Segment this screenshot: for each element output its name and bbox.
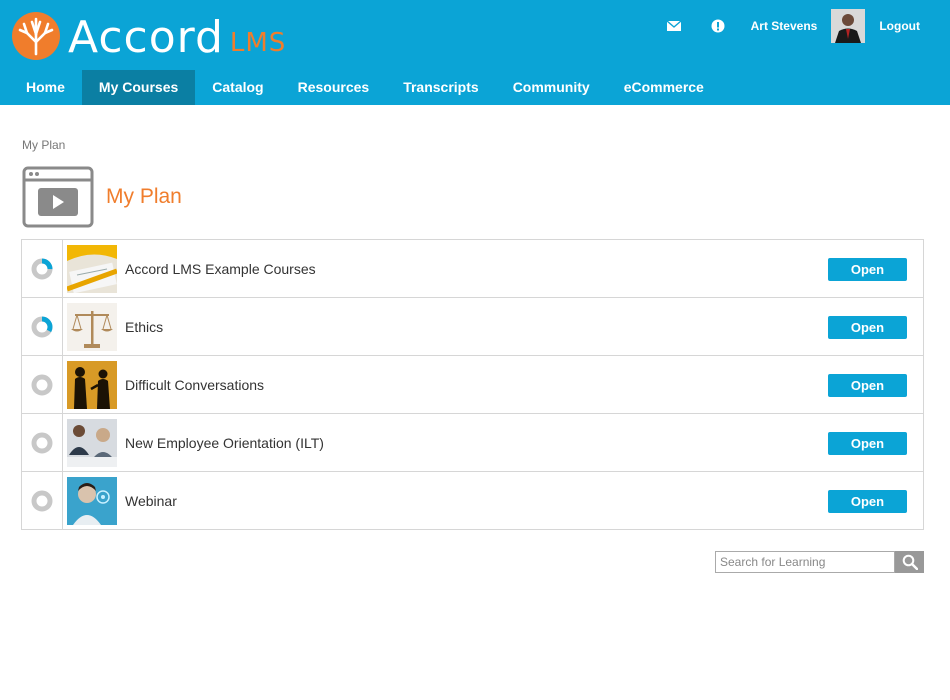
course-name[interactable]: Webinar — [125, 493, 177, 509]
breadcrumb: My Plan — [22, 138, 66, 152]
tree-icon — [12, 12, 60, 60]
course-row: Difficult Conversations Open — [22, 356, 923, 414]
alert-icon[interactable] — [707, 15, 729, 37]
course-thumbnail-silhouettes-talking[interactable] — [67, 360, 117, 409]
nav-my-courses[interactable]: My Courses — [81, 70, 196, 105]
course-list: Accord LMS Example Courses Open Ethics O… — [21, 239, 924, 530]
course-thumbnail-scales-of-justice[interactable] — [67, 302, 117, 351]
nav-home[interactable]: Home — [9, 70, 82, 105]
status-cell — [22, 356, 63, 413]
open-button[interactable]: Open — [828, 316, 907, 339]
nav-ecommerce[interactable]: eCommerce — [607, 70, 721, 105]
course-name[interactable]: Accord LMS Example Courses — [125, 261, 316, 277]
progress-ring-icon — [31, 258, 53, 279]
course-name[interactable]: Difficult Conversations — [125, 377, 264, 393]
brand-logo[interactable]: Accord LMS — [12, 8, 286, 60]
mail-icon[interactable] — [663, 15, 685, 37]
course-name[interactable]: Ethics — [125, 319, 163, 335]
progress-ring-icon — [31, 432, 53, 453]
search-input[interactable] — [715, 551, 895, 573]
search-icon — [902, 554, 918, 570]
status-cell — [22, 472, 63, 529]
page-title: My Plan — [106, 185, 182, 208]
user-toolbar: Art Stevens Logout — [663, 0, 950, 52]
open-button[interactable]: Open — [828, 258, 907, 281]
progress-ring-icon — [31, 490, 53, 511]
course-thumbnail-construction-tools[interactable] — [67, 244, 117, 293]
main-nav: Home My Courses Catalog Resources Transc… — [9, 70, 721, 105]
logout-link[interactable]: Logout — [879, 19, 920, 33]
open-button[interactable]: Open — [828, 490, 907, 513]
course-row: Webinar Open — [22, 472, 923, 530]
page-header: My Plan — [22, 166, 182, 228]
nav-transcripts[interactable]: Transcripts — [386, 70, 495, 105]
brand-suffix: LMS — [229, 28, 287, 58]
avatar[interactable] — [831, 9, 866, 43]
status-cell — [22, 240, 63, 297]
nav-catalog[interactable]: Catalog — [195, 70, 280, 105]
nav-resources[interactable]: Resources — [281, 70, 387, 105]
video-player-icon — [22, 166, 94, 228]
open-button[interactable]: Open — [828, 432, 907, 455]
progress-ring-icon — [31, 316, 53, 337]
open-button[interactable]: Open — [828, 374, 907, 397]
course-row: New Employee Orientation (ILT) Open — [22, 414, 923, 472]
progress-ring-icon — [31, 374, 53, 395]
search-button[interactable] — [895, 551, 924, 573]
nav-community[interactable]: Community — [496, 70, 607, 105]
course-thumbnail-business-meeting[interactable] — [67, 418, 117, 467]
status-cell — [22, 298, 63, 355]
status-cell — [22, 414, 63, 471]
course-thumbnail-woman-touchscreen[interactable] — [67, 476, 117, 525]
course-name[interactable]: New Employee Orientation (ILT) — [125, 435, 324, 451]
search-box — [715, 551, 924, 573]
brand-name: Accord — [68, 12, 224, 63]
app-header: Accord LMS Art Stevens Logout Home My Co… — [0, 0, 950, 105]
user-name[interactable]: Art Stevens — [751, 19, 818, 33]
course-row: Ethics Open — [22, 298, 923, 356]
course-row: Accord LMS Example Courses Open — [22, 240, 923, 298]
